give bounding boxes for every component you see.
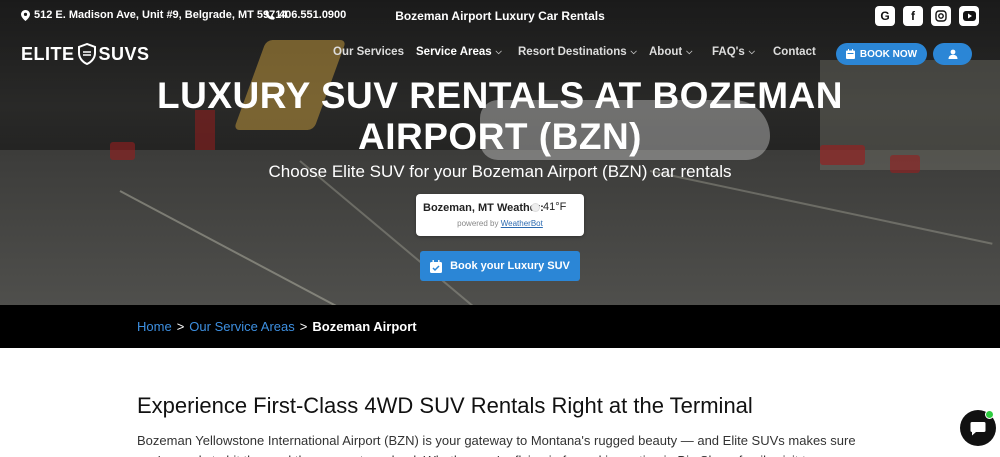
nav-item-about[interactable]: About ⌵	[649, 46, 692, 58]
chat-bubble-icon	[970, 421, 986, 435]
weather-powered-by: powered by WeatherBot	[416, 219, 584, 228]
chevron-down-icon: ⌵	[748, 47, 755, 56]
intro-paragraph: Bozeman Yellowstone International Airpor…	[137, 433, 856, 457]
chevron-down-icon: ⌵	[495, 47, 502, 56]
nav-item-resort-destinations[interactable]: Resort Destinations ⌵	[518, 46, 637, 58]
shield-icon	[77, 43, 96, 65]
top-bar: 512 E. Madison Ave, Unit #9, Belgrade, M…	[0, 0, 1000, 32]
topbar-title: Bozeman Airport Luxury Car Rentals	[395, 9, 605, 23]
breadcrumb-current: Bozeman Airport	[312, 319, 417, 334]
logo-text-right: SUVS	[98, 43, 150, 64]
nav-item-label: Contact	[773, 46, 816, 58]
book-now-button[interactable]: BOOK NOW	[836, 43, 927, 65]
instagram-icon[interactable]	[931, 6, 951, 26]
breadcrumb-separator: >	[176, 319, 185, 334]
user-icon	[948, 49, 957, 59]
nav-item-our-services[interactable]: Our Services	[333, 46, 404, 58]
book-suv-label: Book your Luxury SUV	[450, 260, 570, 272]
breadcrumb-service-areas[interactable]: Our Service Areas	[189, 319, 295, 334]
calendar-check-icon	[430, 259, 443, 273]
nav-item-label: Resort Destinations	[518, 46, 627, 58]
site-logo[interactable]: ELITE SUVS	[21, 43, 150, 65]
nav-item-faqs[interactable]: FAQ's ⌵	[712, 46, 755, 58]
weather-condition-icon	[531, 202, 540, 212]
hero-subtitle: Choose Elite SUV for your Bozeman Airpor…	[268, 162, 732, 181]
youtube-icon[interactable]	[959, 6, 979, 26]
logo-text-left: ELITE	[21, 43, 75, 64]
nav-item-contact[interactable]: Contact	[773, 46, 816, 58]
google-icon[interactable]: G	[875, 6, 895, 26]
nav-item-service-areas[interactable]: Service Areas ⌵	[416, 46, 502, 58]
powered-by-prefix: powered by	[457, 219, 499, 228]
breadcrumb: Home > Our Service Areas > Bozeman Airpo…	[137, 319, 417, 334]
page-title-line: LUXURY SUV RENTALS AT BOZEMAN	[157, 75, 843, 116]
nav-item-label: About	[649, 46, 683, 58]
calendar-icon	[845, 49, 855, 59]
nav-item-label: FAQ's	[712, 46, 745, 58]
breadcrumb-bar: Home > Our Service Areas > Bozeman Airpo…	[0, 305, 1000, 348]
online-status-dot	[985, 410, 994, 419]
breadcrumb-home[interactable]: Home	[137, 319, 172, 334]
facebook-icon[interactable]: f	[903, 6, 923, 26]
chevron-down-icon: ⌵	[630, 47, 637, 56]
page-title: LUXURY SUV RENTALS AT BOZEMAN AIRPORT (B…	[0, 75, 1000, 157]
nav-item-label: Our Services	[333, 46, 404, 58]
chevron-down-icon: ⌵	[686, 47, 693, 56]
page-title-line: AIRPORT (BZN)	[358, 116, 642, 157]
breadcrumb-separator: >	[299, 319, 308, 334]
weather-widget[interactable]: Bozeman, MT Weather: 41°F powered by Wea…	[416, 194, 584, 236]
weather-temp-value: 41°F	[543, 201, 567, 213]
book-now-label: BOOK NOW	[859, 48, 918, 60]
account-button[interactable]	[933, 43, 972, 65]
weatherbot-link[interactable]: WeatherBot	[501, 219, 543, 228]
book-suv-button[interactable]: Book your Luxury SUV	[420, 251, 580, 281]
weather-label: Bozeman, MT Weather:	[423, 202, 544, 214]
section-heading: Experience First-Class 4WD SUV Rentals R…	[137, 393, 753, 418]
nav-item-label: Service Areas	[416, 46, 492, 58]
weather-temp: 41°F	[531, 201, 566, 213]
